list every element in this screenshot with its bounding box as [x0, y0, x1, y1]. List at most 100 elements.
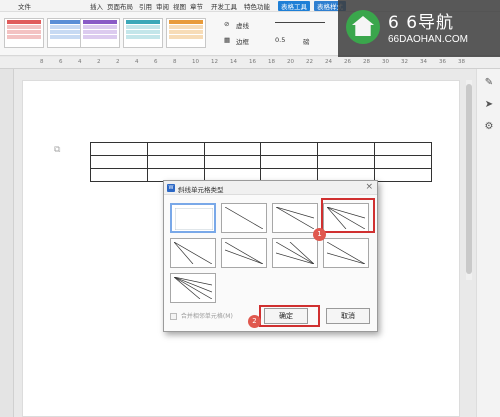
line-width-unit: 磅 — [303, 38, 310, 46]
table-cell[interactable] — [90, 155, 148, 169]
table-cell[interactable] — [146, 142, 205, 156]
vertical-scrollbar[interactable] — [466, 80, 472, 280]
cursor-icon[interactable]: ➤ — [483, 99, 495, 111]
ruler-number: 14 — [230, 59, 237, 65]
line-width-value[interactable]: 0.5 — [275, 36, 285, 44]
table-row — [90, 142, 432, 156]
merge-cells-checkbox[interactable] — [170, 313, 177, 320]
three-lines-fan-icon — [174, 277, 212, 299]
table-style-thumb-red[interactable] — [4, 18, 44, 48]
two-lines-bottom-right-icon — [276, 242, 314, 264]
ruler-number: 36 — [439, 59, 446, 65]
line-style-icon[interactable]: ⊘ — [224, 20, 229, 28]
single-diagonal-reverse-icon — [225, 242, 263, 264]
ruler-number: 12 — [211, 59, 218, 65]
option-two-lines-bottom-right[interactable] — [272, 238, 318, 268]
line-style-label[interactable]: 虚线 — [236, 20, 249, 30]
highlight-box-ok — [259, 305, 320, 327]
table-cell[interactable] — [374, 168, 432, 182]
scrollbar-thumb[interactable] — [466, 84, 472, 274]
ruler-number: 32 — [401, 59, 408, 65]
logo-title: 6 6导航 — [388, 13, 455, 33]
ruler-number: 10 — [192, 59, 199, 65]
option-no-diagonal[interactable] — [170, 203, 216, 233]
table-style-thumb-purple[interactable] — [80, 18, 120, 48]
sliders-icon[interactable]: ⚙ — [483, 121, 495, 133]
ruler-number: 28 — [363, 59, 370, 65]
site-watermark-logo: 6 6导航 66DAOHAN.COM — [338, 0, 500, 60]
horizontal-ruler[interactable]: 8 6 4 2 2 4 6 8 10 12 14 16 18 20 22 24 26 28 30 32 34 36 38 — [0, 57, 500, 69]
option-three-lines-fan[interactable] — [170, 273, 216, 303]
ruler-number: 8 — [40, 59, 44, 65]
menu-insert[interactable]: 插入 — [90, 1, 103, 11]
table-cell[interactable] — [203, 142, 262, 156]
ruler-number: 22 — [306, 59, 313, 65]
table-anchor-icon[interactable]: ⧉ — [54, 145, 64, 155]
option-two-lines-bottom-left[interactable] — [323, 238, 369, 268]
table-style-thumb-orange[interactable] — [166, 18, 206, 48]
two-lines-bottom-left-icon — [327, 242, 365, 264]
cancel-button[interactable]: 取消 — [326, 308, 370, 324]
no-diagonal-icon — [175, 208, 213, 230]
ruler-number: 30 — [382, 59, 389, 65]
two-lines-top-left-icon — [276, 207, 314, 229]
menu-view[interactable]: 视图 — [173, 1, 186, 11]
table-cell[interactable] — [374, 155, 432, 169]
ruler-number: 38 — [458, 59, 465, 65]
menu-review[interactable]: 审阅 — [156, 1, 169, 11]
single-diagonal-icon — [225, 207, 263, 229]
menu-page-layout[interactable]: 页面布局 — [107, 1, 133, 11]
option-diagonal-from-corner[interactable] — [170, 238, 216, 268]
ruler-number: 4 — [135, 59, 139, 65]
ruler-number: 20 — [287, 59, 294, 65]
ruler-number: 18 — [268, 59, 275, 65]
table-cell[interactable] — [90, 142, 148, 156]
border-label[interactable]: 边框 — [236, 36, 249, 46]
menu-developer[interactable]: 开发工具 — [211, 1, 237, 11]
ruler-number: 6 — [154, 59, 158, 65]
ruler-number: 16 — [249, 59, 256, 65]
table-cell[interactable] — [260, 142, 319, 156]
line-preview[interactable] — [275, 22, 325, 23]
table-cell[interactable] — [317, 142, 376, 156]
logo-url: 66DAOHAN.COM — [388, 34, 469, 45]
merge-cells-option: 合并相邻单元格(M) — [170, 311, 233, 320]
ruler-number: 24 — [325, 59, 332, 65]
table-cell[interactable] — [90, 168, 148, 182]
menu-special[interactable]: 特色功能 — [244, 1, 270, 11]
document-table[interactable] — [90, 142, 432, 182]
vertical-ruler — [0, 69, 14, 417]
ruler-number: 2 — [97, 59, 101, 65]
right-side-toolbar: ✎ ➤ ⚙ — [476, 69, 500, 417]
menu-table-tools[interactable]: 表格工具 — [278, 1, 310, 11]
step-badge-1: 1 — [313, 228, 326, 241]
ruler-number: 4 — [78, 59, 82, 65]
menu-file[interactable]: 文件 — [18, 1, 31, 11]
table-cell[interactable] — [374, 142, 432, 156]
table-row — [90, 155, 432, 169]
ruler-number: 2 — [116, 59, 120, 65]
ruler-number: 8 — [173, 59, 177, 65]
option-two-lines-top-left[interactable] — [272, 203, 318, 233]
option-single-diagonal-reverse[interactable] — [221, 238, 267, 268]
table-cell[interactable] — [146, 155, 205, 169]
ruler-number: 26 — [344, 59, 351, 65]
menu-references[interactable]: 引用 — [139, 1, 152, 11]
ruler-number: 6 — [59, 59, 63, 65]
table-style-thumb-teal[interactable] — [123, 18, 163, 48]
menu-section[interactable]: 章节 — [190, 1, 203, 11]
dialog-titlebar[interactable]: W 斜线单元格类型 × — [164, 181, 377, 195]
table-cell[interactable] — [317, 155, 376, 169]
table-cell[interactable] — [203, 155, 262, 169]
pen-icon[interactable]: ✎ — [483, 77, 495, 89]
option-single-diagonal[interactable] — [221, 203, 267, 233]
step-badge-2: 2 — [248, 315, 261, 328]
merge-cells-label: 合并相邻单元格(M) — [180, 313, 233, 320]
dialog-title: 斜线单元格类型 — [178, 186, 224, 194]
diagonal-from-corner-icon — [174, 242, 212, 264]
highlight-box-option — [321, 198, 375, 233]
table-cell[interactable] — [260, 155, 319, 169]
close-icon[interactable]: × — [365, 182, 373, 192]
ruler-number: 34 — [420, 59, 427, 65]
border-icon[interactable]: ▦ — [224, 36, 230, 44]
